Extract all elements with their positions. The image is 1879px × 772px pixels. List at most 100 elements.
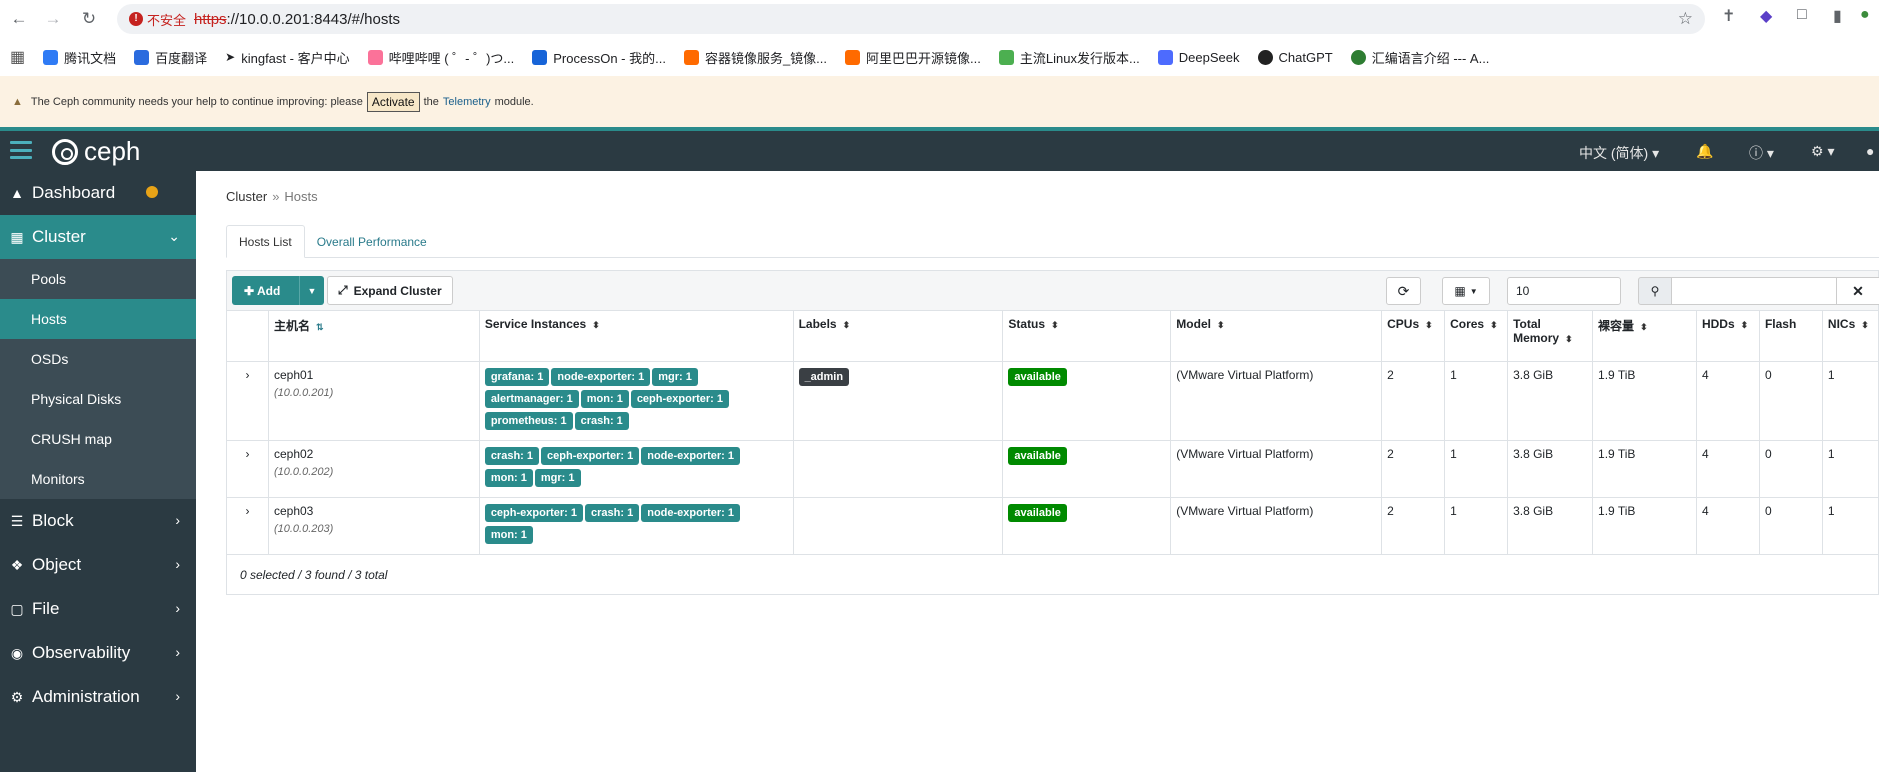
bookmark-item[interactable]: 汇编语言介绍 --- A... (1350, 48, 1489, 67)
sidebar-item-physical-disks[interactable]: Physical Disks (0, 379, 196, 419)
user-icon[interactable]: ● (1866, 143, 1874, 159)
main-content: Cluster» Hosts Hosts List Overall Perform… (196, 171, 1879, 772)
puzzle-icon[interactable]: □ (1797, 6, 1807, 24)
column-header-flash[interactable]: Flash (1758, 310, 1823, 362)
profile-icon[interactable]: ● (1860, 6, 1870, 24)
column-header-service-instances[interactable]: Service Instances ⬍ (478, 310, 794, 362)
column-header-raw-capacity[interactable]: 裸容量 ⬍ (1592, 310, 1697, 362)
sidebar-item-file[interactable]: ▢ File › (0, 587, 196, 631)
search-input[interactable] (1672, 277, 1837, 305)
bookmark-favicon-icon (845, 49, 861, 65)
bookmark-item[interactable]: ChatGPT (1257, 49, 1333, 65)
hdds-value: 4 (1701, 447, 1709, 461)
language-selector[interactable]: 中文 (简体) ▾ (1579, 143, 1659, 163)
column-header-hdds[interactable]: HDDs ⬍ (1695, 310, 1760, 362)
sidebar-item-osds[interactable]: OSDs (0, 339, 196, 379)
sidebar-item-cluster[interactable]: ▦ Cluster ⌄ (0, 215, 196, 259)
chevron-right-icon[interactable]: › (245, 504, 249, 518)
sidebar-item-observability[interactable]: ◉ Observability › (0, 631, 196, 675)
hosts-table: 主机名 ⇅ Service Instances ⬍ Labels ⬍ Status ⬍ … (226, 310, 1879, 595)
sidepanel-icon[interactable]: ▮ (1833, 6, 1842, 26)
status-badge: available (1008, 447, 1067, 465)
service-badge: prometheus: 1 (484, 412, 573, 430)
flash-value: 0 (1764, 504, 1772, 518)
breadcrumb-cluster[interactable]: Cluster (226, 189, 267, 204)
cell-labels (792, 440, 1004, 498)
sidebar-item-crush-map[interactable]: CRUSH map (0, 419, 196, 459)
sidebar-item-pools[interactable]: Pools (0, 259, 196, 299)
column-header-labels[interactable]: Labels ⬍ (792, 310, 1004, 362)
bookmark-item[interactable]: ProcessOn - 我的... (532, 48, 666, 67)
bookmark-star-icon[interactable]: ☆ (1678, 9, 1693, 29)
cell-nics: 1 (1821, 440, 1879, 498)
column-header-total-memory[interactable]: Total Memory ⬍ (1507, 310, 1594, 362)
table-row[interactable]: › ceph02 (10.0.0.202) crash: 1 ceph-exporter… (226, 440, 1879, 498)
row-expander: › (226, 361, 269, 441)
column-header-nics[interactable]: NICs ⬍ (1821, 310, 1879, 362)
bookmark-item[interactable]: 阿里巴巴开源镜像... (845, 48, 981, 67)
column-header-model[interactable]: Model ⬍ (1170, 310, 1383, 362)
cell-model: (VMware Virtual Platform) (1170, 497, 1383, 555)
sidebar-item-administration[interactable]: ⚙ Administration › (0, 675, 196, 719)
column-header-status[interactable]: Status ⬍ (1002, 310, 1172, 362)
back-icon[interactable]: ← (4, 4, 34, 34)
telemetry-link[interactable]: Telemetry (443, 96, 491, 108)
sidebar-item-object[interactable]: ❖ Object › (0, 543, 196, 587)
bookmark-item[interactable]: 容器镜像服务_镜像... (683, 48, 827, 67)
ceph-logo[interactable]: ceph (52, 136, 140, 167)
column-header-hostname[interactable]: 主机名 ⇅ (267, 310, 480, 362)
hdds-value: 4 (1701, 368, 1709, 382)
forward-icon[interactable]: → (38, 4, 68, 34)
bookmark-favicon-icon (43, 49, 59, 65)
memory-value: 3.8 GiB (1513, 447, 1554, 461)
page-size-input[interactable]: 10 (1507, 277, 1621, 305)
bookmark-favicon-icon (1257, 49, 1273, 65)
activate-button[interactable]: Activate (366, 91, 420, 112)
warning-icon: ! (129, 12, 143, 26)
flash-value: 0 (1764, 368, 1772, 382)
bookmark-item[interactable]: 主流Linux发行版本... (998, 48, 1140, 67)
service-badge: crash: 1 (484, 447, 540, 465)
chevron-right-icon[interactable]: › (245, 447, 249, 461)
cpus-value: 2 (1387, 447, 1394, 461)
add-dropdown-toggle-icon[interactable]: ▼ (299, 276, 324, 305)
bookmark-item[interactable]: DeepSeek (1157, 49, 1240, 65)
sidebar-item-dashboard[interactable]: ▲ Dashboard (0, 171, 196, 215)
refresh-button[interactable]: ⟳ (1386, 277, 1421, 305)
settings-gear-icon[interactable]: ⚙ ▾ (1811, 143, 1834, 160)
expand-cluster-button[interactable]: ⤢ Expand Cluster (327, 276, 453, 305)
service-badge: mgr: 1 (534, 469, 581, 487)
sidebar-item-hosts[interactable]: Hosts (0, 299, 196, 339)
table-row[interactable]: › ceph03 (10.0.0.203) ceph-exporter: 1 crash… (226, 497, 1879, 555)
tab-overall-performance[interactable]: Overall Performance (305, 225, 439, 258)
address-bar[interactable]: ! 不安全 https://10.0.0.201:8443/#/hosts ☆ (117, 4, 1705, 34)
cell-hostname: ceph03 (10.0.0.203) (267, 497, 480, 555)
sidebar-item-block[interactable]: ☰ Block › (0, 499, 196, 543)
column-header-cpus[interactable]: CPUs ⬍ (1381, 310, 1446, 362)
column-header-cores[interactable]: Cores ⬍ (1444, 310, 1509, 362)
reload-icon[interactable]: ↻ (74, 4, 104, 34)
cell-flash: 0 (1758, 440, 1823, 498)
clear-search-button[interactable]: ✕ (1837, 277, 1879, 305)
extension-badge-icon[interactable]: ◆ (1760, 6, 1772, 26)
sidebar-item-monitors[interactable]: Monitors (0, 459, 196, 499)
column-toggle-button[interactable]: ▦ ▼ (1442, 277, 1490, 305)
extension-icon[interactable]: ✝ (1722, 6, 1735, 26)
table-row[interactable]: › ceph01 (10.0.0.201) grafana: 1 node-export… (226, 361, 1879, 441)
model-text: (VMware Virtual Platform) (1176, 504, 1314, 518)
apps-icon[interactable]: ▦ (10, 47, 25, 67)
bookmark-item[interactable]: 腾讯文档 (43, 48, 116, 67)
notifications-bell-icon[interactable]: 🔔 (1696, 143, 1713, 160)
bookmark-item[interactable]: 哔哩哔哩 ( ゜- ゜)つ... (367, 48, 514, 67)
add-button[interactable]: ✚ Add ▼ (232, 276, 324, 305)
chevron-right-icon: › (175, 688, 180, 704)
security-indicator[interactable]: ! 不安全 (129, 10, 194, 29)
tab-hosts-list[interactable]: Hosts List (226, 225, 305, 258)
chevron-right-icon: › (175, 600, 180, 616)
bookmark-item[interactable]: ➤ kingfast - 客户中心 (225, 48, 349, 67)
help-icon[interactable]: ⓘ ▾ (1749, 143, 1774, 163)
chevron-right-icon[interactable]: › (245, 368, 249, 382)
menu-toggle-icon[interactable] (10, 141, 32, 159)
cell-hostname: ceph01 (10.0.0.201) (267, 361, 480, 441)
bookmark-item[interactable]: 百度翻译 (134, 48, 207, 67)
